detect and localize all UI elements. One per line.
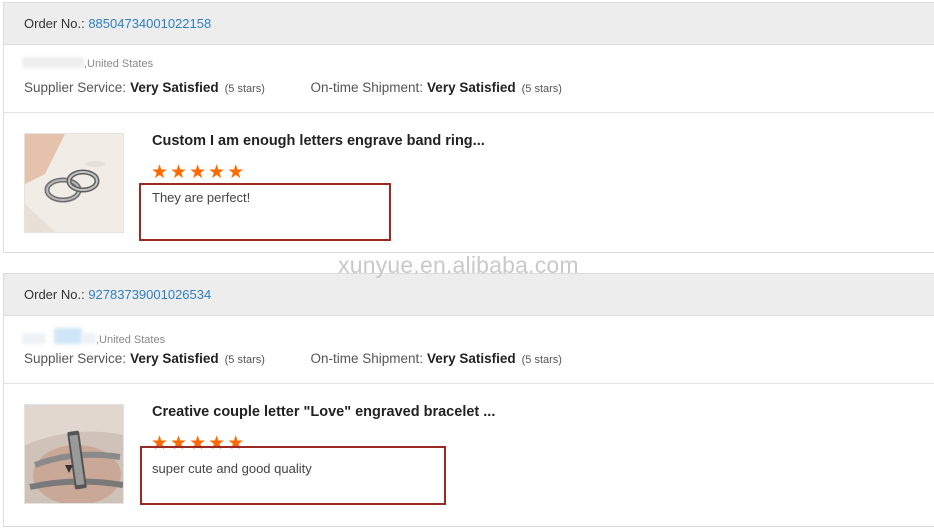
shipment-value: Very Satisfied	[427, 351, 516, 366]
buyer-location: ,United States	[84, 58, 154, 70]
shipment-count: (5 stars)	[521, 354, 562, 366]
star-icon: ★	[170, 162, 189, 183]
order-label: Order No.:	[24, 16, 85, 31]
supplier-ratings: Supplier Service: Very Satisfied (5 stars)…	[24, 80, 562, 95]
product-title-link[interactable]: Creative couple letter "Love" engraved b…	[152, 404, 495, 420]
product-thumbnail[interactable]	[24, 404, 124, 504]
supplier-service-value: Very Satisfied	[130, 80, 219, 95]
buyer-name-blurred	[22, 57, 84, 68]
order-label: Order No.:	[24, 287, 85, 302]
buyer-name-blurred	[22, 333, 46, 344]
order-header: Order No.: 92783739001026534	[4, 274, 934, 316]
star-icon: ★	[208, 162, 227, 183]
watermark: xunyue.en.alibaba.com	[338, 252, 579, 278]
order-number-link[interactable]: 88504734001022158	[88, 16, 211, 31]
order-number-link[interactable]: 92783739001026534	[88, 287, 211, 302]
supplier-service-count: (5 stars)	[224, 354, 265, 366]
supplier-service-label: Supplier Service:	[24, 351, 127, 366]
star-icon: ★	[151, 162, 170, 183]
review-highlight-box	[139, 183, 391, 241]
product-title-link[interactable]: Custom I am enough letters engrave band …	[152, 133, 485, 149]
supplier-service-count: (5 stars)	[224, 83, 265, 95]
product-thumbnail[interactable]	[24, 133, 124, 233]
divider	[4, 383, 934, 384]
shipment-label: On-time Shipment:	[310, 80, 424, 95]
star-icon: ★	[189, 162, 208, 183]
supplier-service-label: Supplier Service:	[24, 80, 127, 95]
shipment-count: (5 stars)	[521, 83, 562, 95]
star-rating: ★★★★★	[151, 163, 246, 182]
shipment-label: On-time Shipment:	[310, 351, 424, 366]
buyer-location: ,United States	[96, 334, 166, 346]
buyer-info: ,United States	[22, 57, 153, 70]
shipment-value: Very Satisfied	[427, 80, 516, 95]
buyer-info: ,United States	[22, 328, 165, 346]
supplier-ratings: Supplier Service: Very Satisfied (5 stars)…	[24, 351, 562, 366]
star-icon: ★	[227, 162, 246, 183]
review-highlight-box	[140, 446, 446, 505]
order-header: Order No.: 88504734001022158	[4, 3, 934, 45]
supplier-service-value: Very Satisfied	[130, 351, 219, 366]
divider	[4, 112, 934, 113]
